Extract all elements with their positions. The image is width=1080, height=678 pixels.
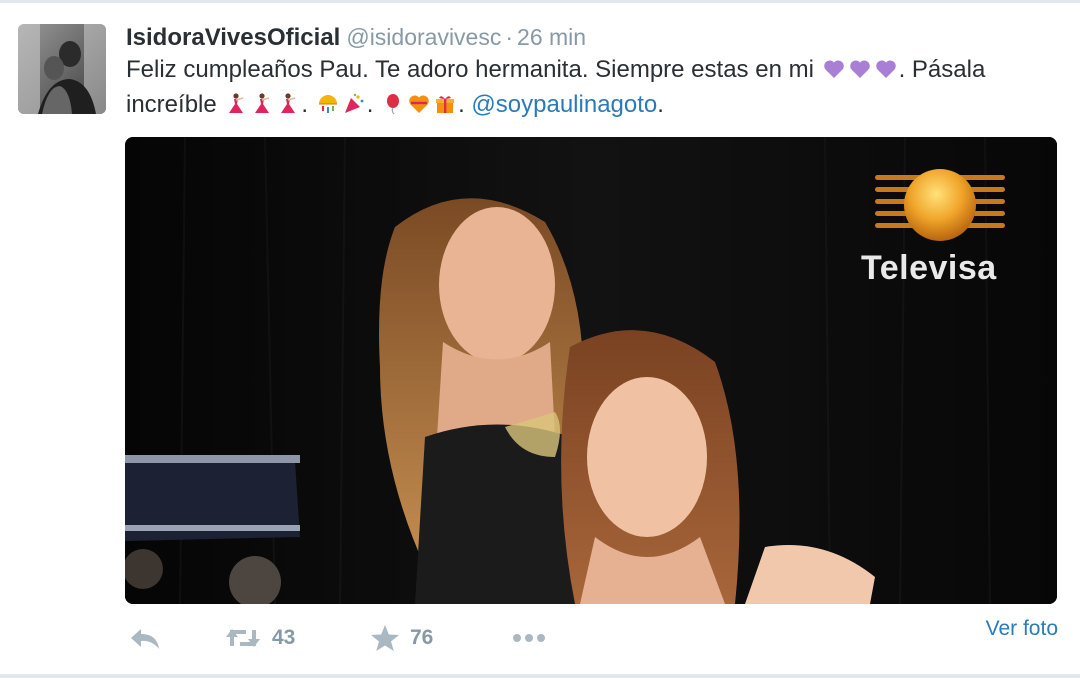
gift-heart-icon [409,95,429,113]
balloon-icon [387,94,400,115]
dancer-icon [281,93,296,113]
avatar[interactable] [18,24,106,114]
purple-heart-icon [849,60,870,78]
mention-link[interactable]: @soypaulinagoto [471,91,657,118]
separator-dot: · [505,24,514,50]
tweet-text-part: . [458,91,465,118]
reply-button[interactable] [128,622,162,654]
dancer-icon [255,93,270,113]
retweet-count: 43 [272,626,296,649]
tweet-text-part: . [657,91,664,118]
tweet-text-part: Feliz cumpleaños Pau. Te adoro hermanita… [126,56,814,83]
televisa-watermark: Televisa [861,249,997,287]
tweet-text: Feliz cumpleaños Pau. Te adoro hermanita… [126,52,1066,122]
favorite-count: 76 [410,626,434,649]
tweet-text-part: . [301,91,309,118]
purple-heart-icon [823,60,844,78]
timestamp[interactable]: 26 min [517,24,586,50]
tweet-header: IsidoraVivesOficial @isidoravivesc · 26 min [126,20,586,54]
view-photo-link[interactable]: Ver foto [986,617,1058,641]
retweet-button[interactable]: 43 [224,622,295,654]
purple-heart-icon [875,60,896,78]
display-name[interactable]: IsidoraVivesOficial [126,24,340,51]
dancer-icon [229,93,244,113]
user-handle[interactable]: @isidoravivesc [346,24,501,50]
more-icon [513,634,545,642]
reply-icon [131,629,159,649]
more-options-button[interactable] [510,622,548,654]
photo-canvas [125,137,1057,604]
favorite-button[interactable]: 76 [370,622,433,654]
wrapped-gift-icon [436,96,455,113]
avatar-photo [18,24,106,114]
tweet-text-part: . [366,91,374,118]
star-icon [371,625,399,651]
top-divider [0,0,1080,3]
retweet-icon [226,629,260,647]
tweet-photo[interactable]: Televisa [125,137,1057,604]
bottom-divider [0,674,1080,678]
confetti-ball-icon [318,95,337,113]
party-popper-icon [344,93,364,113]
